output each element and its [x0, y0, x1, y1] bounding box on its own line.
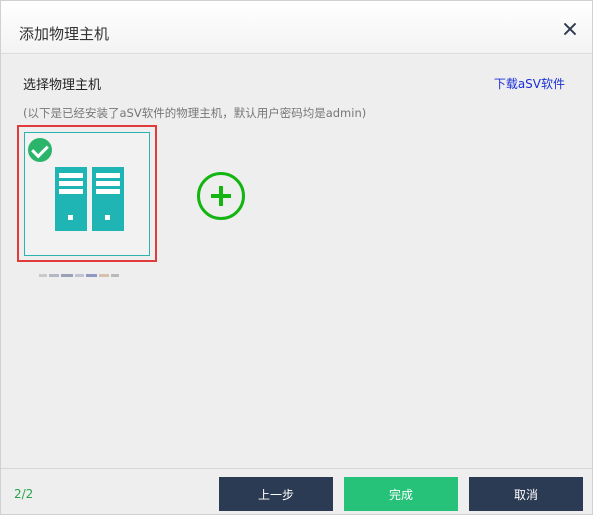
dialog-header: 添加物理主机: [1, 1, 592, 54]
hint-text: (以下是已经安装了aSV软件的物理主机，默认用户密码均是admin): [23, 106, 367, 120]
step-indicator: 2/2: [14, 487, 34, 501]
host-name-blurred: [39, 265, 131, 277]
close-icon[interactable]: [562, 21, 578, 37]
server-rack-icon: [92, 167, 124, 231]
download-asv-link[interactable]: 下载aSV软件: [494, 75, 565, 92]
checkmark-icon: [28, 138, 52, 162]
dialog-footer: 2/2 上一步 完成 取消: [1, 468, 592, 514]
add-host-icon[interactable]: [197, 172, 245, 220]
finish-button[interactable]: 完成: [344, 477, 458, 511]
dialog-body: 选择物理主机 下载aSV软件 (以下是已经安装了aSV软件的物理主机，默认用户密…: [1, 55, 592, 468]
section-title: 选择物理主机: [23, 78, 102, 93]
add-physical-host-dialog: 添加物理主机 选择物理主机 下载aSV软件 (以下是已经安装了aSV软件的物理主…: [0, 0, 593, 515]
cancel-button[interactable]: 取消: [469, 477, 583, 511]
dialog-title: 添加物理主机: [19, 25, 110, 43]
previous-step-button[interactable]: 上一步: [219, 477, 333, 511]
server-rack-icon: [55, 167, 87, 231]
